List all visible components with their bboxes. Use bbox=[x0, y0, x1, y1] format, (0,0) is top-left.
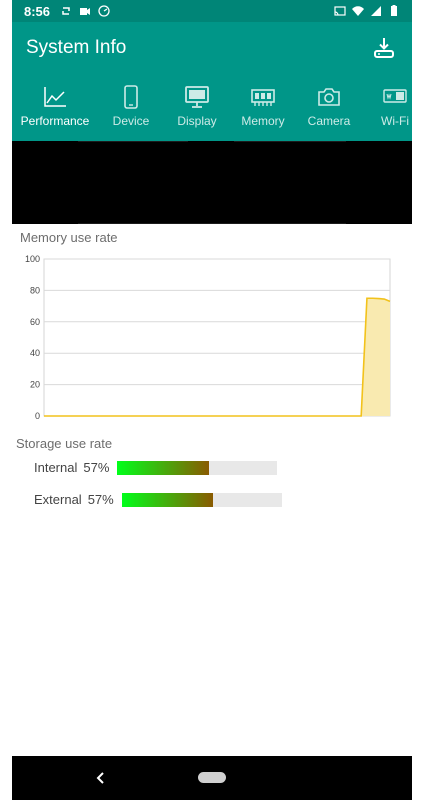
wifi-icon bbox=[382, 84, 408, 110]
memory-use-chart: 0 20 40 60 80 100 bbox=[25, 254, 391, 421]
storage-label: Internal bbox=[34, 460, 78, 475]
status-bar: 8:56 bbox=[12, 0, 412, 22]
wifi-signal-icon bbox=[352, 6, 364, 17]
app-bar: System Info bbox=[12, 22, 412, 74]
memory-section-title: Memory use rate bbox=[20, 230, 118, 245]
download-button[interactable] bbox=[370, 34, 398, 62]
phone-icon bbox=[118, 84, 144, 110]
app-title: System Info bbox=[26, 37, 127, 58]
cell-signal-icon bbox=[371, 6, 381, 16]
chart-y-tick-label: 40 bbox=[30, 348, 40, 358]
video-call-icon bbox=[80, 8, 91, 15]
tab-device[interactable]: Device bbox=[98, 74, 164, 141]
navigation-bar bbox=[12, 756, 412, 800]
chart-y-tick-label: 20 bbox=[30, 380, 40, 390]
storage-row-internal: Internal 57% bbox=[34, 460, 278, 475]
tab-label: Display bbox=[177, 114, 217, 128]
sync-icon bbox=[62, 7, 70, 15]
status-time: 8:56 bbox=[24, 3, 51, 19]
tab-label: Performance bbox=[20, 114, 90, 128]
chart-y-tick-label: 0 bbox=[35, 411, 40, 421]
gauge-icon bbox=[98, 5, 110, 17]
tab-label: Device bbox=[112, 114, 150, 128]
tab-wifi[interactable]: Wi-Fi bbox=[362, 74, 412, 141]
battery-icon bbox=[391, 5, 397, 16]
storage-progress-bar bbox=[117, 460, 278, 475]
tab-label: Wi-Fi bbox=[381, 114, 409, 128]
storage-percent: 57% bbox=[87, 492, 114, 507]
tab-performance[interactable]: Performance bbox=[12, 74, 98, 141]
cast-icon bbox=[334, 6, 346, 16]
storage-section-title: Storage use rate bbox=[16, 436, 113, 451]
tab-memory[interactable]: Memory bbox=[230, 74, 296, 141]
storage-row-external: External 57% bbox=[34, 492, 282, 507]
storage-percent: 57% bbox=[83, 460, 110, 475]
tab-camera[interactable]: Camera bbox=[296, 74, 362, 141]
storage-progress-fill bbox=[117, 460, 209, 475]
tab-label: Memory bbox=[241, 114, 285, 128]
tab-display[interactable]: Display bbox=[164, 74, 230, 141]
storage-label: External bbox=[34, 492, 82, 507]
tab-bar: Performance Device Display Memory Camera bbox=[12, 74, 412, 141]
chart-plot-area bbox=[43, 258, 391, 417]
chart-y-tick-label: 100 bbox=[25, 254, 40, 264]
monitor-icon bbox=[184, 84, 210, 110]
realtime-graph-panel bbox=[12, 141, 412, 224]
camera-icon bbox=[316, 84, 342, 110]
storage-progress-fill bbox=[121, 492, 213, 507]
home-button[interactable] bbox=[198, 772, 226, 783]
tab-label: Camera bbox=[307, 114, 351, 128]
back-icon[interactable] bbox=[94, 769, 108, 787]
memory-chip-icon bbox=[250, 84, 276, 110]
line-chart-icon bbox=[42, 84, 68, 110]
download-icon bbox=[374, 38, 394, 58]
chart-y-tick-label: 80 bbox=[30, 285, 40, 295]
chart-y-tick-label: 60 bbox=[30, 317, 40, 327]
storage-progress-bar bbox=[121, 492, 282, 507]
device-screen: 8:56 System Info Performance Device Disp… bbox=[12, 0, 412, 800]
